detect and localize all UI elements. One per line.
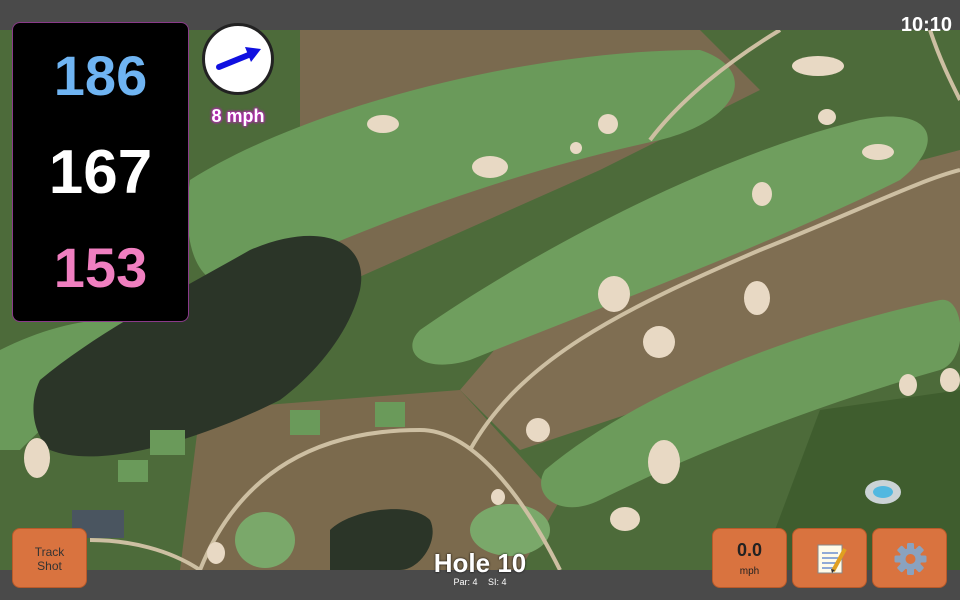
distance-middle: 167: [48, 138, 153, 207]
wind-speed-label: 8 mph: [211, 106, 265, 126]
track-shot-label: Track Shot: [34, 545, 65, 573]
notepad-icon: [817, 544, 847, 574]
clock: 10:10: [900, 14, 952, 36]
notes-button[interactable]: [792, 528, 867, 588]
hole-title: Hole 10: [433, 548, 527, 578]
hole-si: SI: 4: [488, 577, 507, 587]
arrow-icon: [216, 47, 261, 70]
distance-front: 153: [53, 236, 148, 299]
speed-value: 0.0: [736, 540, 763, 560]
wind-direction-indicator: [202, 23, 274, 95]
hole-par: Par: 4: [453, 577, 478, 587]
distance-back: 186: [53, 44, 148, 107]
distance-panel: 186 167 153: [12, 22, 189, 322]
speed-unit: mph: [739, 566, 760, 577]
settings-button[interactable]: [872, 528, 947, 588]
hole-info: Par: 4 SI: 4: [400, 577, 560, 587]
gear-icon: [894, 543, 927, 575]
track-shot-button[interactable]: Track Shot: [12, 528, 87, 588]
speed-button[interactable]: 0.0 mph: [712, 528, 787, 588]
